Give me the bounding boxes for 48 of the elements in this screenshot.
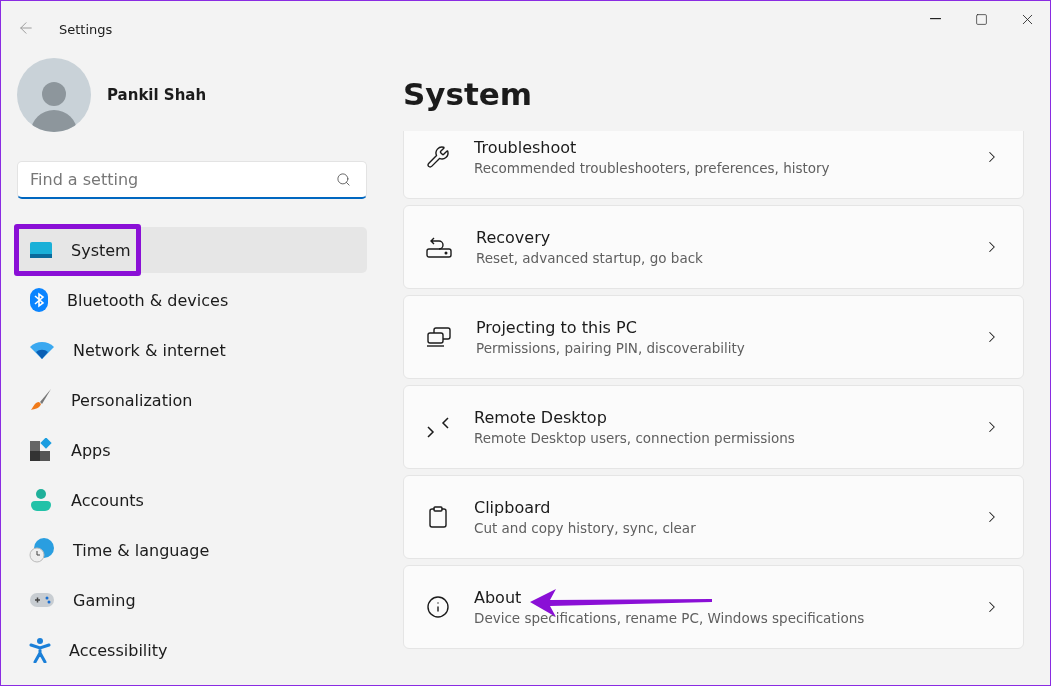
screens-icon (426, 326, 452, 348)
page-title: System (403, 75, 534, 114)
info-icon (426, 595, 450, 619)
globe-clock-icon (29, 537, 55, 563)
settings-card[interactable]: Remote Desktop Remote Desktop users, connection permissions (403, 385, 1024, 469)
search-field[interactable]: Find a setting (17, 161, 367, 199)
card-subtitle: Device specifications, rename PC, Windows specifications (474, 610, 866, 626)
apps-icon (29, 438, 53, 462)
search-icon (336, 172, 351, 187)
monitor-icon (29, 240, 53, 260)
sidebar-item[interactable]: Personalization (15, 377, 367, 423)
person-icon (29, 488, 53, 512)
settings-card[interactable]: Recovery Reset, advanced startup, go back (403, 205, 1024, 289)
sidebar-item[interactable]: System (15, 227, 367, 273)
card-subtitle: Cut and copy history, sync, clear (474, 520, 697, 536)
card-subtitle: Remote Desktop users, connection permissions (474, 430, 796, 446)
settings-card[interactable]: Troubleshoot Recommended troubleshooters, preferences, history (403, 131, 1024, 199)
card-title: Remote Desktop (474, 408, 608, 427)
remote-desktop-icon (426, 415, 450, 439)
sidebar-item[interactable]: Bluetooth & devices (15, 277, 367, 323)
clipboard-icon (426, 505, 450, 529)
sidebar-item[interactable]: Gaming (15, 577, 367, 623)
card-subtitle: Permissions, pairing PIN, discoverability (476, 340, 746, 356)
card-title: Clipboard (474, 498, 552, 517)
settings-card[interactable]: About Device specifications, rename PC, Windows specifications (403, 565, 1024, 649)
card-title: Troubleshoot (474, 138, 578, 157)
maximize-icon (974, 12, 988, 26)
minimize-icon (929, 18, 941, 20)
wifi-icon (29, 340, 55, 360)
accessibility-icon (29, 637, 51, 663)
sidebar-item[interactable]: Accessibility (15, 627, 367, 673)
sidebar-item[interactable]: Network & internet (15, 327, 367, 373)
settings-card[interactable]: Projecting to this PC Permissions, pairing PIN, discoverability (403, 295, 1024, 379)
card-subtitle: Recommended troubleshooters, preferences, history (474, 160, 831, 176)
sidebar-item[interactable]: Accounts (15, 477, 367, 523)
recovery-icon (426, 235, 452, 259)
user-name: Pankil Shah (107, 86, 207, 104)
card-title: About (474, 588, 523, 607)
card-title: Projecting to this PC (476, 318, 638, 337)
window-title: Settings (59, 21, 113, 37)
settings-card[interactable]: Clipboard Cut and copy history, sync, clear (403, 475, 1024, 559)
card-title: Recovery (476, 228, 552, 247)
card-subtitle: Reset, advanced startup, go back (476, 250, 704, 266)
gamepad-icon (29, 591, 55, 609)
bluetooth-icon (29, 288, 49, 312)
sidebar-item[interactable]: Time & language (15, 527, 367, 573)
wrench-icon (426, 145, 450, 169)
sidebar-item[interactable]: Apps (15, 427, 367, 473)
